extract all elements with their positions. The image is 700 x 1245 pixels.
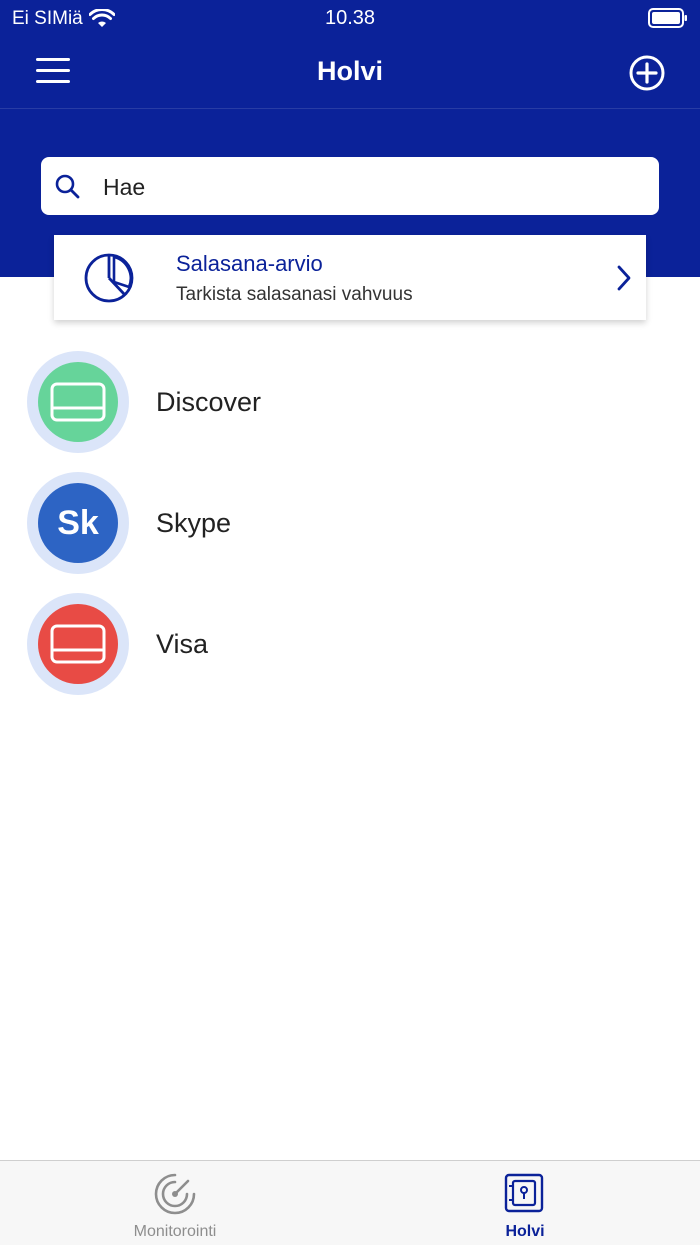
- vault-item-discover[interactable]: Discover: [0, 340, 700, 461]
- vault-icon: [504, 1173, 544, 1213]
- status-bar: Ei SIMiä 10.38: [0, 0, 700, 36]
- credit-card-icon: [50, 624, 106, 664]
- credit-card-icon: [50, 382, 106, 422]
- list-item-label: Skype: [156, 508, 232, 538]
- pie-chart-icon: [84, 253, 134, 303]
- tab-label: Holvi: [505, 1223, 545, 1240]
- avatar: [27, 593, 129, 695]
- tab-monitorointi[interactable]: Monitorointi: [0, 1161, 350, 1245]
- password-check-subtitle: Tarkista salasanasi vahvuus: [176, 284, 413, 305]
- tab-holvi[interactable]: Holvi: [350, 1161, 700, 1245]
- chevron-right-icon: [617, 265, 631, 291]
- vault-list: Discover Sk Skype Visa: [0, 340, 700, 703]
- search-bar[interactable]: [41, 157, 659, 215]
- radar-icon: [154, 1173, 196, 1215]
- password-check-title: Salasana-arvio: [176, 251, 323, 276]
- vault-item-visa[interactable]: Visa: [0, 582, 700, 703]
- plus-circle-icon: [629, 55, 665, 91]
- initials-avatar: Sk: [38, 483, 118, 563]
- vault-item-skype[interactable]: Sk Skype: [0, 461, 700, 582]
- search-icon: [55, 174, 80, 199]
- navigation-bar: Holvi: [0, 36, 700, 109]
- battery-icon: [648, 8, 687, 28]
- tab-bar: Monitorointi Holvi: [0, 1160, 700, 1245]
- password-check-card[interactable]: Salasana-arvio Tarkista salasanasi vahvu…: [54, 235, 646, 320]
- list-item-label: Visa: [156, 629, 209, 659]
- search-input[interactable]: [101, 167, 645, 207]
- add-item-button[interactable]: [628, 54, 666, 92]
- list-item-label: Discover: [156, 387, 262, 417]
- page-title: Holvi: [316, 56, 383, 86]
- tab-label: Monitorointi: [133, 1223, 217, 1240]
- avatar: [27, 351, 129, 453]
- status-time: 10.38: [324, 7, 376, 29]
- avatar: Sk: [27, 472, 129, 574]
